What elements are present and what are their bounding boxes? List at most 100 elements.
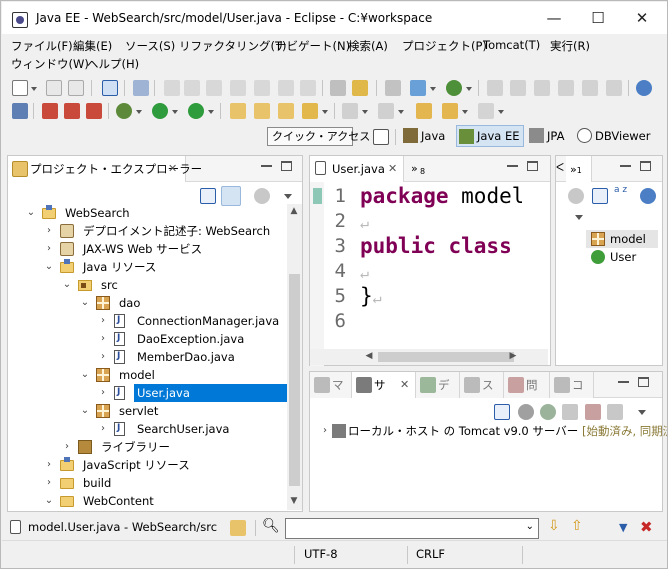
chevron-right-icon[interactable]: › xyxy=(98,330,108,348)
encoding-label[interactable]: UTF-8 xyxy=(304,547,338,561)
java-ee-new-icon[interactable] xyxy=(446,80,462,96)
open-folder-icon[interactable] xyxy=(230,103,246,119)
new-server-icon[interactable] xyxy=(385,80,401,96)
tab-console[interactable]: コ xyxy=(550,372,594,398)
menu-run[interactable]: 実行(R) xyxy=(550,38,590,54)
step-return-icon[interactable] xyxy=(300,80,316,96)
maximize-icon[interactable] xyxy=(640,161,651,171)
chevron-right-icon[interactable]: › xyxy=(62,438,72,456)
view-menu-icon[interactable] xyxy=(284,194,292,199)
toggle-mark-icon[interactable] xyxy=(510,80,526,96)
debug-server-icon[interactable] xyxy=(518,404,534,420)
run-external-icon[interactable] xyxy=(188,103,204,119)
menu-refactor[interactable]: リファクタリング(T) xyxy=(179,38,287,54)
close-icon[interactable]: ✕ xyxy=(168,156,177,182)
focus-icon[interactable] xyxy=(568,188,584,204)
tab-markers[interactable]: マ xyxy=(310,372,352,398)
chevron-down-icon[interactable]: ⌄ xyxy=(44,492,54,510)
previous-match-icon[interactable]: ⇧ xyxy=(571,518,583,534)
show-whitespace-icon[interactable] xyxy=(558,80,574,96)
globe-icon[interactable] xyxy=(636,80,652,96)
code-line[interactable]: 5}↵ xyxy=(318,284,522,309)
link-with-editor-icon[interactable] xyxy=(221,186,241,206)
server-row[interactable]: › ローカル・ホスト の Tomcat v9.0 サーバー [始動済み, 同期済… xyxy=(318,422,667,440)
collapse-all-icon[interactable] xyxy=(494,404,510,420)
minimize-icon[interactable] xyxy=(620,165,631,167)
menu-help[interactable]: ヘルプ(H) xyxy=(87,56,139,72)
hide-fields-icon[interactable] xyxy=(640,188,656,204)
tab-snippets[interactable]: ス xyxy=(460,372,504,398)
outline-item-class[interactable]: User xyxy=(586,248,658,266)
maximize-icon[interactable] xyxy=(281,161,292,171)
minimize-icon[interactable] xyxy=(261,165,272,167)
disconnect-icon[interactable] xyxy=(230,80,246,96)
tab-user-java[interactable]: User.java ✕ xyxy=(310,156,404,182)
close-icon[interactable]: ✕ xyxy=(400,372,409,398)
line-delimiter-label[interactable]: CRLF xyxy=(416,547,445,561)
scroll-right-icon[interactable]: ▶ xyxy=(506,351,520,361)
chevron-down-icon[interactable] xyxy=(462,110,468,114)
explorer-vertical-scrollbar[interactable]: ▲ ▼ xyxy=(287,204,302,510)
perspective-dbviewer[interactable]: DBViewer xyxy=(575,125,654,147)
chevron-right-icon[interactable]: › xyxy=(98,312,108,330)
menu-file[interactable]: ファイル(F) xyxy=(11,38,73,54)
annotation-icon[interactable] xyxy=(302,103,318,119)
chevron-right-icon[interactable]: › xyxy=(98,420,108,438)
maximize-icon[interactable] xyxy=(638,377,649,387)
chevron-down-icon[interactable] xyxy=(362,110,368,114)
view-menu-icon[interactable] xyxy=(638,410,646,415)
chevron-right-icon[interactable]: › xyxy=(98,348,108,366)
chevron-down-icon[interactable] xyxy=(322,110,328,114)
previous-annotation-icon[interactable] xyxy=(378,103,394,119)
chevron-right-icon[interactable]: › xyxy=(44,240,54,258)
tab-project-explorer[interactable]: プロジェクト・エクスプローラー ✕ xyxy=(8,156,202,182)
menu-search[interactable]: 検索(A) xyxy=(348,38,388,54)
terminal-icon[interactable] xyxy=(102,80,118,96)
tab-data-source[interactable]: デ xyxy=(416,372,460,398)
forward-icon[interactable] xyxy=(478,103,494,119)
chevron-down-icon[interactable] xyxy=(31,87,37,91)
word-wrap-icon[interactable] xyxy=(582,80,598,96)
chevron-down-icon[interactable] xyxy=(466,87,472,91)
tab-overflow-left-icon[interactable]: ᐸ xyxy=(556,161,564,174)
code-area[interactable]: 1package model2↵3public class U4↵5}↵6 xyxy=(318,184,522,348)
menu-edit[interactable]: 編集(E) xyxy=(73,38,112,54)
open-type-icon[interactable] xyxy=(12,103,28,119)
scroll-thumb[interactable] xyxy=(289,274,300,486)
new-icon[interactable] xyxy=(12,80,28,96)
menu-navigate[interactable]: ナビゲート(N) xyxy=(275,38,350,54)
tab-outline[interactable]: »1 xyxy=(566,156,592,182)
chevron-down-icon[interactable]: ⌄ xyxy=(80,366,90,384)
debug-icon[interactable] xyxy=(116,103,132,119)
tab-overflow-count[interactable]: 8 xyxy=(420,167,425,176)
menu-project[interactable]: プロジェクト(P) xyxy=(402,38,487,54)
scroll-left-icon[interactable]: ◀ xyxy=(362,351,376,361)
open-task-icon[interactable] xyxy=(254,103,270,119)
chevron-right-icon[interactable]: › xyxy=(320,422,330,440)
tomcat-restart-icon[interactable] xyxy=(86,103,102,119)
link-icon[interactable] xyxy=(230,520,246,536)
search-input[interactable]: ⌄ xyxy=(285,518,539,539)
editor-horizontal-scrollbar[interactable]: ◀ ▶ xyxy=(310,349,548,365)
suspend-icon[interactable] xyxy=(184,80,200,96)
chevron-down-icon[interactable]: ⌄ xyxy=(80,294,90,312)
tab-problems[interactable]: 問 xyxy=(504,372,550,398)
chevron-right-icon[interactable]: › xyxy=(44,222,54,240)
step-into-icon[interactable] xyxy=(254,80,270,96)
open-file-icon[interactable] xyxy=(278,103,294,119)
web-services-icon[interactable] xyxy=(410,80,426,96)
use-step-filters-icon[interactable] xyxy=(352,80,368,96)
code-line[interactable]: 3 public class U xyxy=(318,234,522,259)
back-icon[interactable] xyxy=(442,103,458,119)
menu-source[interactable]: ソース(S) xyxy=(125,38,175,54)
maximize-button[interactable]: ☐ xyxy=(576,6,620,30)
close-window-button[interactable]: ✕ xyxy=(620,6,664,30)
open-perspective-icon[interactable] xyxy=(373,129,389,145)
chevron-down-icon[interactable]: ⌄ xyxy=(62,276,72,294)
next-match-icon[interactable]: ⇩ xyxy=(548,518,560,534)
chevron-down-icon[interactable] xyxy=(208,110,214,114)
chevron-down-icon[interactable]: ⌄ xyxy=(26,204,36,222)
tab-overflow-chevron-icon[interactable]: » xyxy=(411,162,418,175)
focus-icon[interactable] xyxy=(254,188,270,204)
chevron-down-icon[interactable] xyxy=(136,110,142,114)
